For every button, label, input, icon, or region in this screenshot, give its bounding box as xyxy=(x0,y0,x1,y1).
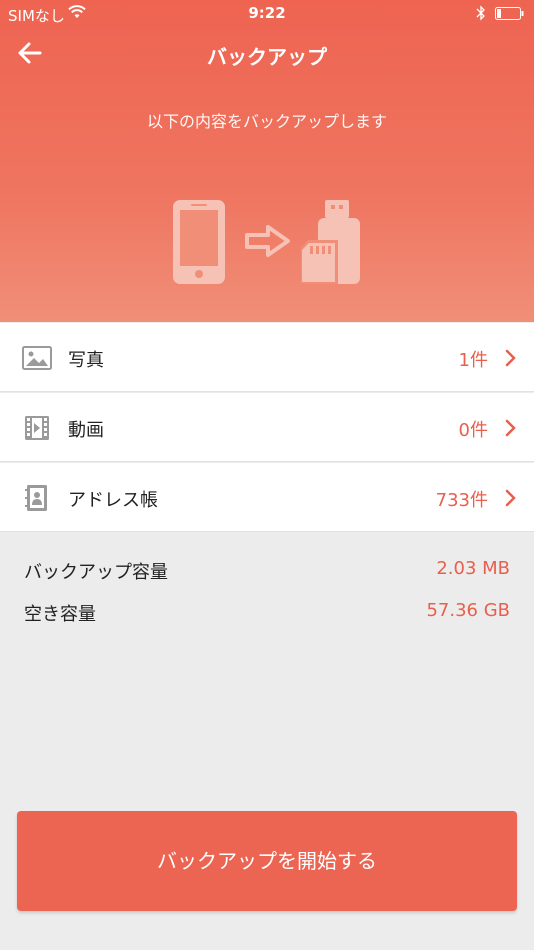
info-row-backup-size: バックアップ容量 2.03 MB xyxy=(0,548,534,590)
item-count: 1件 xyxy=(458,350,488,371)
status-time: 9:22 xyxy=(248,4,286,22)
header: SIMなし 9:22 バックアップ 以下の内容をバックアップします xyxy=(0,0,534,322)
list-item-photos[interactable]: 写真 1件 xyxy=(0,323,534,392)
info-label: 空き容量 xyxy=(24,604,96,625)
info-value: 2.03 MB xyxy=(436,558,510,579)
info-value: 57.36 GB xyxy=(426,600,510,621)
page-title: バックアップ xyxy=(207,45,327,69)
info-label: バックアップ容量 xyxy=(24,562,168,583)
backup-items-list: 写真 1件 動画 0件 アドレス帳 733件 xyxy=(0,323,534,533)
list-item-label: 動画 xyxy=(68,420,104,441)
arrow-right-icon xyxy=(245,225,290,257)
battery-icon xyxy=(495,7,524,20)
list-item-label: アドレス帳 xyxy=(68,490,158,511)
phone-icon xyxy=(173,200,225,284)
page-subtitle: 以下の内容をバックアップします xyxy=(146,112,387,131)
start-backup-button[interactable]: バックアップを開始する xyxy=(17,811,517,911)
chevron-right-icon xyxy=(505,489,516,507)
list-item-contacts[interactable]: アドレス帳 733件 xyxy=(0,463,534,532)
status-bar: SIMなし 9:22 xyxy=(0,0,534,28)
video-icon xyxy=(25,416,49,440)
bluetooth-icon xyxy=(476,5,485,21)
contacts-icon xyxy=(25,485,47,511)
chevron-right-icon xyxy=(505,349,516,367)
list-item-label: 写真 xyxy=(68,350,104,371)
item-count: 0件 xyxy=(458,420,488,441)
photo-icon xyxy=(22,346,52,370)
item-count: 733件 xyxy=(435,490,488,511)
chevron-right-icon xyxy=(505,419,516,437)
list-item-videos[interactable]: 動画 0件 xyxy=(0,393,534,462)
backup-illustration xyxy=(173,200,360,284)
backup-info: バックアップ容量 2.03 MB 空き容量 57.36 GB xyxy=(0,548,534,632)
info-row-free-space: 空き容量 57.36 GB xyxy=(0,590,534,632)
sd-card-icon xyxy=(301,240,338,284)
